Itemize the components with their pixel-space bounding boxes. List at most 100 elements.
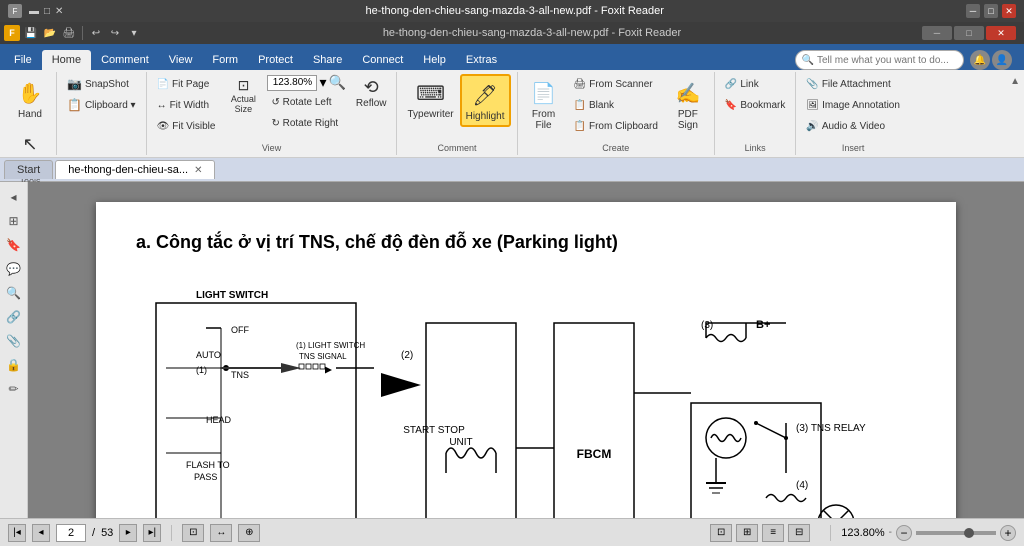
pdf-sign-button[interactable]: ✍ PDFSign	[668, 74, 708, 134]
ribbon-search-input[interactable]	[817, 55, 957, 66]
rotate-left-button[interactable]: ↺ Rotate Left	[267, 92, 345, 112]
svg-text:(2): (2)	[401, 350, 413, 361]
comment-panel-button[interactable]: 💬	[3, 258, 25, 280]
fit-width-button-bottom[interactable]: ↔	[210, 524, 232, 542]
fit-custom-button-bottom[interactable]: ⊕	[238, 524, 260, 542]
zoom-out-button[interactable]: −	[896, 525, 912, 541]
tab-start[interactable]: Start	[4, 160, 53, 179]
view-mode-4-button[interactable]: ⊟	[788, 524, 810, 542]
select-icon: ↖	[14, 128, 46, 160]
minimize-button[interactable]: ─	[966, 4, 980, 18]
window-minimize[interactable]: ─	[922, 26, 952, 40]
bookmark-panel-button[interactable]: 🔖	[3, 234, 25, 256]
page-thumbnail-button[interactable]: ⊞	[3, 210, 25, 232]
svg-text:(3) TNS RELAY: (3) TNS RELAY	[796, 423, 866, 434]
fit-page-button-bottom[interactable]: ⊡	[182, 524, 204, 542]
pdf-viewer-area[interactable]: a. Công tắc ở vị trí TNS, chế độ đèn đỗ …	[28, 182, 1024, 518]
file-attachment-button[interactable]: 📎 File Attachment	[802, 74, 904, 94]
tab-view[interactable]: View	[159, 50, 203, 70]
actual-size-button[interactable]: ⊡ ActualSize	[225, 74, 261, 117]
svg-text:(4): (4)	[796, 480, 808, 491]
qa-save-button[interactable]: 💾	[23, 25, 39, 41]
svg-text:(1): (1)	[196, 365, 207, 375]
zoom-magnify-icon[interactable]: 🔍	[328, 74, 345, 91]
document-tab-label: he-thong-den-chieu-sa...	[68, 164, 188, 176]
maximize-button[interactable]: □	[984, 4, 998, 18]
typewriter-button[interactable]: ⌨ Typewriter	[403, 74, 457, 123]
zoom-input[interactable]	[267, 75, 317, 91]
ribbon-group-links: 🔗 Link 🔖 Bookmark Links	[715, 72, 796, 155]
svg-text:FLASH TO: FLASH TO	[186, 460, 230, 470]
insert-group-label: Insert	[842, 143, 865, 153]
attach-panel-button[interactable]: 📎	[3, 330, 25, 352]
zoom-dropdown-icon[interactable]: ▾	[319, 74, 326, 91]
close-button[interactable]: ✕	[1002, 4, 1016, 18]
prev-page-button[interactable]: ◂	[32, 524, 50, 542]
svg-text:TNS SIGNAL: TNS SIGNAL	[299, 352, 347, 361]
from-file-button[interactable]: 📄 FromFile	[524, 74, 564, 134]
fit-page-button[interactable]: 📄 Fit Page	[153, 74, 220, 94]
ribbon-group-comment: ⌨ Typewriter 🖊 Highlight Comment	[397, 72, 517, 155]
tab-connect[interactable]: Connect	[352, 50, 413, 70]
qa-customize-button[interactable]: ▾	[126, 25, 142, 41]
reflow-button[interactable]: ⟲ Reflow	[352, 74, 391, 112]
zoom-dash: -	[889, 527, 892, 538]
app-icon[interactable]: F	[4, 25, 20, 41]
tab-close-icon[interactable]: ✕	[194, 165, 202, 176]
bookmark-button[interactable]: 🔖 Bookmark	[721, 95, 789, 115]
rotate-right-button[interactable]: ↻ Rotate Right	[267, 113, 345, 133]
from-clipboard-button[interactable]: 📋 From Clipboard	[570, 116, 662, 136]
panel-toggle-button[interactable]: ◂	[3, 186, 25, 208]
svg-text:AUTO: AUTO	[196, 350, 221, 360]
view-mode-3-button[interactable]: ≡	[762, 524, 784, 542]
zoom-in-button[interactable]: +	[1000, 525, 1016, 541]
link-panel-button[interactable]: 🔗	[3, 306, 25, 328]
edit-panel-button[interactable]: ✏	[3, 378, 25, 400]
link-button[interactable]: 🔗 Link	[721, 74, 789, 94]
qa-undo-button[interactable]: ↩	[88, 25, 104, 41]
ribbon-collapse-button[interactable]: ▲	[1010, 76, 1020, 87]
highlight-icon: 🖊	[469, 79, 501, 111]
current-page-input[interactable]	[56, 524, 86, 542]
qa-redo-button[interactable]: ↪	[107, 25, 123, 41]
next-page-button[interactable]: ▸	[119, 524, 137, 542]
qa-open-button[interactable]: 📂	[42, 25, 58, 41]
tab-document[interactable]: he-thong-den-chieu-sa... ✕	[55, 160, 215, 179]
fit-visible-button[interactable]: 👁 Fit Visible	[153, 116, 220, 136]
snapshot-button[interactable]: 📷 SnapShot	[63, 74, 140, 94]
links-group-label: Links	[745, 143, 766, 153]
search-panel-button[interactable]: 🔍	[3, 282, 25, 304]
qa-print-button[interactable]: 🖨	[61, 25, 77, 41]
window-restore[interactable]: □	[954, 26, 984, 40]
tab-help[interactable]: Help	[413, 50, 456, 70]
clipboard-button[interactable]: 📋 Clipboard ▾	[63, 95, 140, 115]
highlight-button[interactable]: 🖊 Highlight	[460, 74, 511, 127]
ribbon-content: ✋ Hand ↖ Select Tools 📷 SnapShot 📋 Clipb…	[0, 70, 1024, 158]
user-avatar[interactable]: 👤	[992, 50, 1012, 70]
last-page-button[interactable]: ▸|	[143, 524, 161, 542]
pdf-page: a. Công tắc ở vị trí TNS, chế độ đèn đỗ …	[96, 202, 956, 518]
tab-form[interactable]: Form	[202, 50, 248, 70]
image-annotation-button[interactable]: 🖼 Image Annotation	[802, 95, 904, 115]
from-scanner-button[interactable]: 🖨 From Scanner	[570, 74, 662, 94]
notification-icon[interactable]: 🔔	[970, 50, 990, 70]
zoom-slider-thumb[interactable]	[964, 528, 974, 538]
tab-protect[interactable]: Protect	[248, 50, 303, 70]
tab-home[interactable]: Home	[42, 50, 91, 70]
first-page-button[interactable]: |◂	[8, 524, 26, 542]
tab-comment[interactable]: Comment	[91, 50, 159, 70]
view-mode-2-button[interactable]: ⊞	[736, 524, 758, 542]
svg-text:B+: B+	[756, 319, 770, 331]
window-close[interactable]: ✕	[986, 26, 1016, 40]
security-panel-button[interactable]: 🔒	[3, 354, 25, 376]
audio-video-button[interactable]: 🔊 Audio & Video	[802, 116, 904, 136]
view-mode-1-button[interactable]: ⊡	[710, 524, 732, 542]
zoom-slider[interactable]	[916, 531, 996, 535]
from-file-label: FromFile	[532, 109, 555, 131]
fit-width-button[interactable]: ↔ Fit Width	[153, 95, 220, 115]
tab-share[interactable]: Share	[303, 50, 352, 70]
hand-tool-button[interactable]: ✋ Hand	[10, 74, 50, 123]
blank-button[interactable]: 📋 Blank	[570, 95, 662, 115]
tab-extras[interactable]: Extras	[456, 50, 507, 70]
tab-file[interactable]: File	[4, 50, 42, 70]
